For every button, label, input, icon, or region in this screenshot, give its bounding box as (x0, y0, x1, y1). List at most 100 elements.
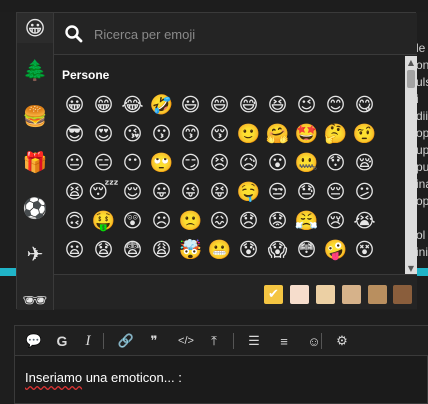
emoji-item[interactable]: 😜 (176, 178, 205, 207)
emoji-item[interactable]: 🤔 (321, 120, 350, 149)
code-icon[interactable]: </> (175, 332, 197, 350)
emoji-item[interactable]: 😉 (292, 91, 321, 120)
italic-button[interactable]: I (79, 332, 97, 350)
emoji-scrollbar[interactable]: ▲ ▼ (405, 56, 417, 274)
emoji-item[interactable]: 😴 (88, 178, 118, 207)
emoji-item[interactable]: 😘 (118, 120, 147, 149)
emoji-item[interactable]: 😞 (234, 207, 263, 236)
emoji-item[interactable]: 😔 (321, 178, 350, 207)
emoji-item[interactable]: 😗 (147, 120, 176, 149)
emoji-item[interactable]: 😩 (147, 236, 176, 265)
emoji-item[interactable]: 🤗 (263, 120, 292, 149)
emoji-item[interactable]: 😮 (263, 149, 292, 178)
emoji-item[interactable]: 😱 (263, 236, 292, 265)
numbered-list-icon[interactable]: ≡ (275, 332, 293, 350)
smiley-icon[interactable]: 😀 (17, 13, 53, 43)
emoji-item[interactable]: 😧 (89, 236, 118, 265)
emoji-item[interactable]: 😟 (263, 207, 292, 236)
emoji-item[interactable]: ☹ (147, 207, 176, 236)
bullet-list-icon[interactable]: ☰ (245, 332, 263, 350)
skin-tone-swatch[interactable] (290, 285, 309, 304)
emoji-item[interactable]: 🙂 (234, 120, 263, 149)
emoji-item[interactable]: 😏 (176, 149, 205, 178)
link-icon[interactable]: 🔗 (117, 332, 135, 350)
airplane-icon[interactable]: ✈ (17, 232, 53, 276)
emoji-item[interactable]: 😶 (118, 149, 147, 178)
emoji-item[interactable]: 😤 (292, 207, 321, 236)
editor-text: una emoticon... : (82, 370, 182, 385)
emoji-item[interactable]: 😭 (350, 207, 379, 236)
emoji-item[interactable]: 🤨 (350, 120, 379, 149)
bold-button[interactable]: G (53, 332, 71, 350)
editor-content[interactable]: Inseriamo una emoticon... : (25, 370, 182, 385)
scroll-down-arrow-icon[interactable]: ▼ (405, 262, 417, 274)
emoji-item[interactable]: 🤪 (321, 236, 350, 265)
emoji-item[interactable]: 🙄 (147, 149, 176, 178)
emoji-item[interactable]: 😓 (292, 178, 321, 207)
emoji-item[interactable]: 😲 (118, 207, 147, 236)
emoji-item[interactable]: 😒 (263, 178, 292, 207)
emoji-item[interactable]: 😚 (205, 120, 234, 149)
burger-icon[interactable]: 🍔 (17, 94, 53, 138)
gear-icon[interactable]: ⚙ (333, 332, 351, 350)
skin-tone-swatch[interactable] (316, 285, 335, 304)
skin-tone-swatch[interactable] (368, 285, 387, 304)
emoji-item[interactable]: 😆 (263, 91, 292, 120)
emoji-item[interactable]: 😖 (205, 207, 234, 236)
emoji-item[interactable]: 😝 (205, 178, 234, 207)
tree-icon[interactable]: 🌲 (17, 48, 53, 92)
emoji-item[interactable]: 😦 (60, 236, 89, 265)
scrollbar-thumb[interactable] (407, 70, 415, 88)
emoji-item[interactable]: 😳 (292, 236, 321, 265)
emoji-item[interactable]: 😪 (350, 149, 379, 178)
search-icon (65, 25, 83, 43)
emoji-item[interactable]: 😯 (321, 149, 350, 178)
emoji-item[interactable]: 😬 (205, 236, 234, 265)
emoji-item[interactable]: 😛 (147, 178, 176, 207)
emoji-item[interactable]: 😕 (350, 178, 379, 207)
skin-tone-swatch[interactable] (342, 285, 361, 304)
gift-icon[interactable]: 🎁 (17, 140, 53, 184)
emoji-item[interactable]: 😵 (350, 236, 379, 265)
emoji-item[interactable]: 🤣 (147, 91, 176, 120)
emoji-item[interactable]: 😄 (205, 91, 234, 120)
emoji-item[interactable]: 😎 (60, 120, 89, 149)
misspelled-word: Inseriamo (25, 370, 83, 385)
upload-icon[interactable]: ⤒ (205, 332, 223, 350)
skin-tone-swatch[interactable] (393, 285, 412, 304)
speech-bubble-icon[interactable]: 💬 (25, 332, 43, 350)
glasses-icon[interactable]: 🕶 (17, 278, 53, 322)
emoji-item[interactable]: 😰 (234, 236, 263, 265)
soccer-ball-icon[interactable]: ⚽ (17, 186, 53, 230)
emoji-item[interactable]: 😥 (234, 149, 263, 178)
emoji-item[interactable]: 😍 (89, 120, 118, 149)
emoji-item[interactable]: 🤩 (292, 120, 321, 149)
skin-tone-swatch[interactable]: ✔ (264, 285, 283, 304)
emoji-item[interactable]: 🤤 (234, 178, 263, 207)
emoji-item[interactable]: 😁 (89, 91, 118, 120)
emoji-item[interactable]: 😢 (321, 207, 350, 236)
emoji-item[interactable]: 😫 (60, 178, 89, 207)
emoji-item[interactable]: 🙃 (60, 207, 89, 236)
background-text-line: ina (416, 177, 428, 191)
emoji-item[interactable]: 😌 (118, 178, 147, 207)
emoji-item[interactable]: 🤐 (292, 149, 321, 178)
emoji-item[interactable]: 😐 (60, 149, 89, 178)
emoji-item[interactable]: 🤑 (89, 207, 118, 236)
emoji-item[interactable]: 😊 (321, 91, 350, 120)
emoji-item[interactable]: 😑 (89, 149, 118, 178)
emoji-item[interactable]: 😅 (234, 91, 263, 120)
emoji-item[interactable]: 😨 (118, 236, 147, 265)
emoji-item[interactable]: 😂 (118, 91, 147, 120)
scroll-up-arrow-icon[interactable]: ▲ (405, 56, 417, 68)
background-text-line: uls (416, 75, 428, 89)
emoji-item[interactable]: 🤯 (176, 236, 205, 265)
emoji-item[interactable]: 😃 (176, 91, 205, 120)
emoji-item[interactable]: 🙁 (176, 207, 205, 236)
emoji-search-input[interactable] (94, 23, 394, 45)
emoji-item[interactable]: 😀 (60, 91, 89, 120)
quote-icon[interactable]: ❞ (145, 332, 163, 350)
emoji-item[interactable]: 😣 (205, 149, 234, 178)
emoji-item[interactable]: 😋 (350, 91, 379, 120)
emoji-item[interactable]: 😙 (176, 120, 205, 149)
